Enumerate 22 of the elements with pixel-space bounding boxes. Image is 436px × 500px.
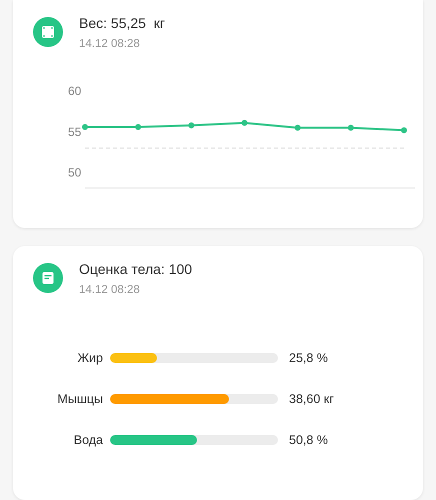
point xyxy=(348,124,354,131)
axis-tick-label: 55 xyxy=(68,124,82,139)
scale-icon xyxy=(33,17,63,47)
card-title: Оценка тела: 100 xyxy=(79,261,192,277)
point xyxy=(242,120,248,126)
point xyxy=(401,127,407,134)
metric-value: 38,60 кг xyxy=(289,392,334,406)
metric-label: Вода xyxy=(72,432,103,446)
metric-label: Жир xyxy=(76,350,103,364)
document-icon xyxy=(33,263,63,293)
metric-value: 25,8 % xyxy=(289,350,328,364)
axis-tick-label: 60 xyxy=(68,84,82,98)
point xyxy=(188,122,194,128)
card-title: Вес: 55,25 кг xyxy=(79,15,165,31)
point xyxy=(82,124,88,130)
metric-label: Мышцы xyxy=(56,392,103,406)
date-label: 14.12 08:28 xyxy=(79,38,141,50)
point xyxy=(135,124,142,130)
date-label: 14.12 08:28 xyxy=(79,284,141,296)
metric-value: 50,8 % xyxy=(289,432,328,446)
axis-tick-label: 50 xyxy=(68,166,82,180)
point xyxy=(294,124,301,131)
